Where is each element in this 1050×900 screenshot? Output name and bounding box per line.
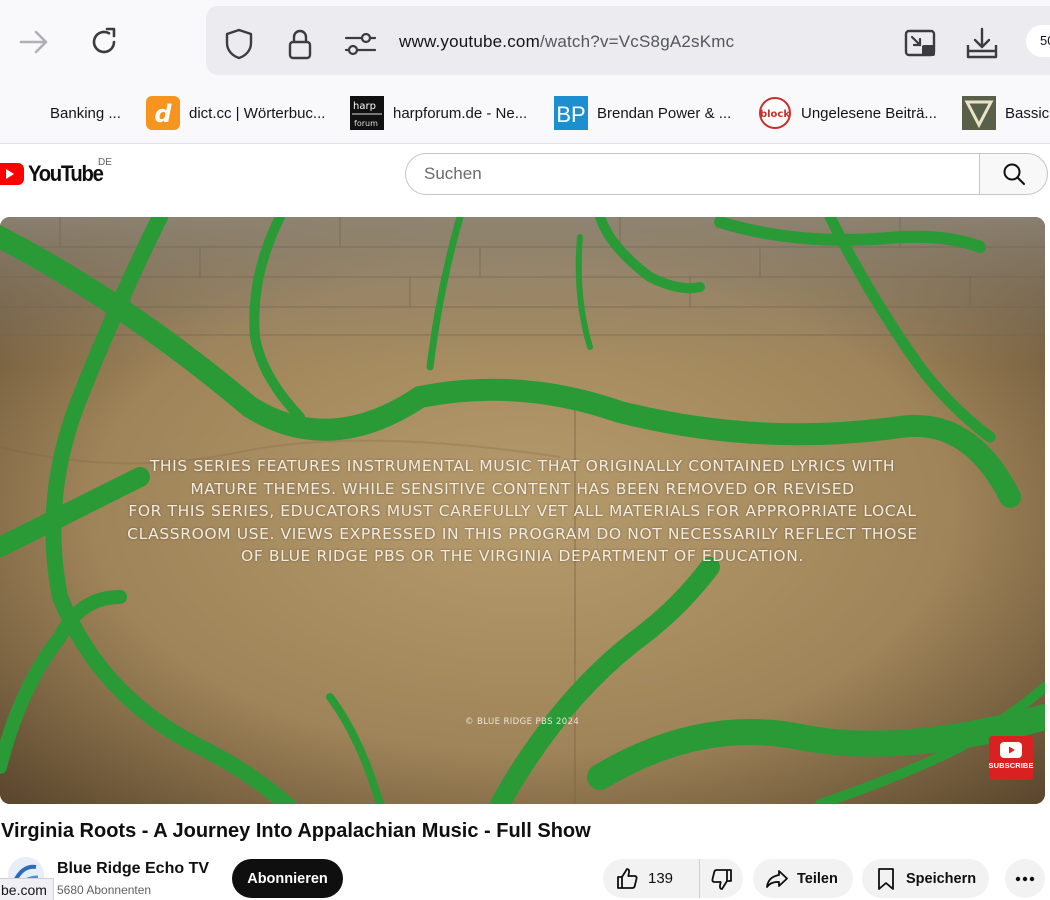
youtube-logo-text: YouTube bbox=[28, 161, 104, 186]
subscriber-count: 5680 Abonnenten bbox=[57, 883, 152, 897]
dictcc-favicon: d bbox=[146, 96, 180, 130]
share-button[interactable]: Teilen bbox=[753, 859, 853, 898]
permissions-icon[interactable] bbox=[342, 26, 378, 62]
reload-icon[interactable] bbox=[84, 22, 124, 62]
bookmark-label: dict.cc | Wörterbuc... bbox=[189, 104, 326, 122]
status-bar-url: be.com bbox=[0, 878, 54, 900]
disclaimer-line: CLASSROOM USE. VIEWS EXPRESSED IN THIS P… bbox=[127, 524, 918, 543]
bassic-favicon bbox=[962, 96, 996, 130]
svg-text:forum: forum bbox=[354, 119, 378, 128]
block-favicon: block bbox=[758, 96, 792, 130]
like-button[interactable]: 139 bbox=[603, 859, 700, 898]
youtube-play-icon bbox=[1000, 742, 1022, 758]
bookmark-label: Brendan Power & ... bbox=[597, 104, 732, 122]
url-text[interactable]: www.youtube.com/watch?v=VcS8gA2sKmc bbox=[399, 32, 734, 52]
like-count: 139 bbox=[648, 870, 674, 887]
youtube-logo[interactable]: YouTube bbox=[0, 161, 109, 187]
like-dislike-group: 139 bbox=[603, 859, 743, 898]
disclaimer-line: OF BLUE RIDGE PBS OR THE VIRGINIA DEPART… bbox=[241, 547, 804, 565]
shield-icon[interactable] bbox=[221, 26, 257, 62]
address-bar[interactable]: www.youtube.com/watch?v=VcS8gA2sKmc bbox=[206, 6, 1050, 75]
svg-text:BP: BP bbox=[556, 102, 585, 127]
url-path: /watch?v=VcS8gA2sKmc bbox=[539, 32, 735, 51]
disclaimer-line: THIS SERIES FEATURES INSTRUMENTAL MUSIC … bbox=[149, 457, 896, 475]
video-title: Virginia Roots - A Journey Into Appalach… bbox=[1, 820, 591, 842]
bookmark-icon bbox=[878, 867, 894, 890]
svg-text:harp: harp bbox=[353, 101, 376, 112]
save-button[interactable]: Speichern bbox=[862, 859, 989, 898]
bookmark-banking[interactable]: Banking ... bbox=[50, 95, 121, 131]
disclaimer-text: THIS SERIES FEATURES INSTRUMENTAL MUSIC … bbox=[110, 455, 935, 568]
picture-in-picture-icon[interactable] bbox=[902, 26, 938, 62]
search-box bbox=[405, 153, 1048, 195]
more-actions-button[interactable] bbox=[1005, 859, 1045, 898]
thumbs-down-icon bbox=[711, 868, 732, 890]
save-label: Speichern bbox=[906, 870, 977, 887]
svg-text:block: block bbox=[760, 109, 790, 120]
subscribe-watermark[interactable]: SUBSCRIBE bbox=[988, 736, 1034, 780]
share-label: Teilen bbox=[797, 870, 838, 887]
search-input[interactable] bbox=[405, 153, 980, 195]
bookmark-label: harpforum.de - Ne... bbox=[393, 104, 528, 122]
thumbs-up-icon bbox=[617, 867, 638, 889]
disclaimer-line: FOR THIS SERIES, EDUCATORS MUST CAREFULL… bbox=[128, 502, 917, 520]
bookmark-block[interactable]: block Ungelesene Beiträ... bbox=[758, 95, 937, 131]
search-icon bbox=[1003, 163, 1025, 185]
svg-text:d: d bbox=[154, 100, 172, 128]
disclaimer-line: MATURE THEMES. WHILE SENSITIVE CONTENT H… bbox=[190, 479, 855, 498]
forward-arrow-icon[interactable] bbox=[14, 22, 54, 62]
bp-favicon: BP bbox=[554, 96, 588, 130]
more-horizontal-icon bbox=[1015, 876, 1035, 881]
watermark-label: SUBSCRIBE bbox=[988, 761, 1034, 770]
downloads-icon[interactable] bbox=[964, 26, 1000, 62]
bookmark-brendan-power[interactable]: BP Brendan Power & ... bbox=[554, 95, 731, 131]
channel-name[interactable]: Blue Ridge Echo TV bbox=[57, 860, 209, 878]
dislike-button[interactable] bbox=[700, 859, 743, 898]
zoom-indicator[interactable]: 50 bbox=[1026, 25, 1050, 57]
bookmark-dictcc[interactable]: d dict.cc | Wörterbuc... bbox=[146, 95, 325, 131]
copyright-text: © BLUE RIDGE PBS 2024 bbox=[465, 717, 580, 727]
youtube-play-icon bbox=[0, 163, 24, 185]
youtube-header: YouTube DE bbox=[0, 145, 1050, 205]
bookmarks-bar: Banking ... d dict.cc | Wörterbuc... har… bbox=[0, 82, 1050, 144]
bookmark-label: Bassic. bbox=[1005, 104, 1050, 122]
video-player[interactable]: THIS SERIES FEATURES INSTRUMENTAL MUSIC … bbox=[0, 217, 1045, 804]
bookmark-bassic[interactable]: Bassic. bbox=[962, 95, 1050, 131]
harpforum-favicon: harp forum bbox=[350, 96, 384, 130]
subscribe-button[interactable]: Abonnieren bbox=[232, 859, 343, 898]
bookmark-harpforum[interactable]: harp forum harpforum.de - Ne... bbox=[350, 95, 527, 131]
share-icon bbox=[766, 869, 788, 888]
region-code: DE bbox=[98, 157, 112, 168]
search-button[interactable] bbox=[979, 153, 1048, 195]
browser-toolbar: www.youtube.com/watch?v=VcS8gA2sKmc 50 bbox=[0, 0, 1050, 82]
lock-icon[interactable] bbox=[282, 26, 318, 62]
bookmark-label: Ungelesene Beiträ... bbox=[801, 104, 937, 122]
url-host: www.youtube.com bbox=[399, 32, 540, 51]
bookmark-label: Banking ... bbox=[50, 104, 121, 122]
